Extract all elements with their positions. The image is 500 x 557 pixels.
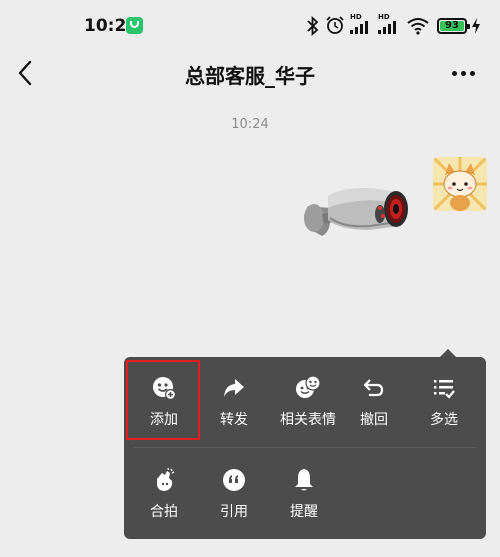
chat-header: 总部客服_华子: [0, 52, 500, 94]
charging-icon: [472, 18, 480, 34]
menu-item-forward[interactable]: 转发: [199, 365, 269, 445]
menu-item-remind[interactable]: 提醒: [269, 457, 339, 537]
alarm-icon: [326, 16, 344, 34]
message-timestamp: 10:24: [231, 117, 269, 132]
menu-item-label: 引用: [220, 504, 248, 520]
menu-item-label: 相关表情: [280, 412, 336, 428]
app-notification-icon: [126, 17, 143, 34]
bluetooth-icon: [307, 16, 319, 36]
multi-select-icon: [434, 380, 455, 399]
status-bar: 10:25 HD HD 93: [0, 0, 500, 52]
battery-icon: 93: [437, 18, 470, 34]
security-camera-sticker[interactable]: [300, 178, 412, 248]
quote-icon: [223, 469, 245, 491]
menu-pointer: [440, 349, 456, 357]
ellipsis-icon[interactable]: [448, 68, 480, 78]
menu-item-label: 合拍: [150, 504, 178, 520]
signal-icon: [350, 21, 368, 34]
menu-item-recall[interactable]: 撤回: [339, 365, 409, 445]
menu-item-pat[interactable]: 合拍: [129, 457, 199, 537]
menu-divider: [134, 447, 476, 448]
menu-item-quote[interactable]: 引用: [199, 457, 269, 537]
related-emoji-icon: [296, 375, 321, 398]
cartoon-fox-avatar[interactable]: [433, 157, 487, 211]
undo-icon: [363, 379, 384, 397]
battery-tip: [467, 24, 470, 29]
bell-icon: [295, 469, 313, 491]
menu-item-label: 提醒: [290, 504, 318, 520]
wifi-icon: [407, 18, 429, 35]
signal-icon: [378, 21, 396, 34]
battery-level: 93: [445, 20, 459, 31]
menu-item-label: 撤回: [360, 412, 388, 428]
menu-item-related-emoji[interactable]: 相关表情: [269, 365, 347, 445]
message-context-menu: 添加 转发 相关表情 撤回 多选 合拍 引用 提醒: [124, 349, 486, 539]
menu-item-multi-select[interactable]: 多选: [409, 365, 479, 445]
menu-item-label: 多选: [430, 412, 458, 428]
chat-title: 总部客服_华子: [185, 64, 315, 88]
forward-icon: [224, 379, 244, 397]
menu-item-label: 转发: [220, 412, 248, 428]
pat-icon: [157, 467, 175, 491]
highlight-box: [126, 360, 200, 440]
